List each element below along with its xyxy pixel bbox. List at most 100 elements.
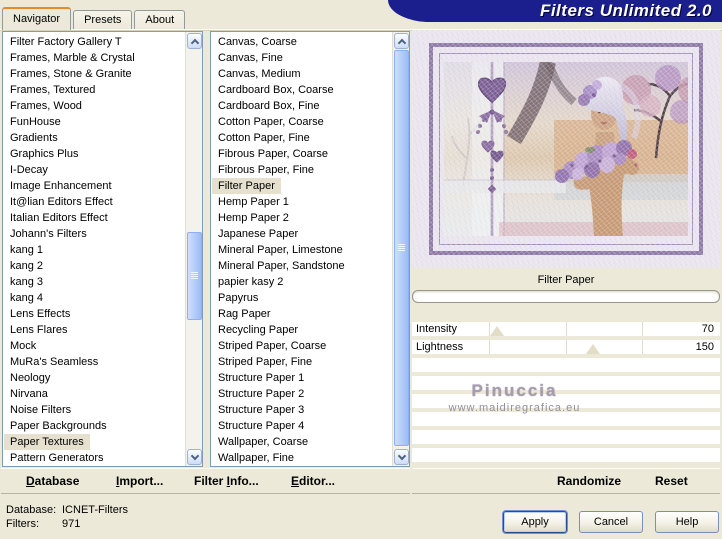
editor-button[interactable]: Editor... xyxy=(291,474,335,488)
tab-navigator[interactable]: Navigator xyxy=(2,7,72,30)
preview-panel: Filter Paper Intensity 70 Lightness 150 Pin… xyxy=(412,30,720,468)
filter-item[interactable]: Mineral Paper, Limestone xyxy=(212,242,391,258)
filter-item[interactable]: Mineral Paper, Sandstone xyxy=(212,258,391,274)
filter-item[interactable]: Japanese Paper xyxy=(212,226,391,242)
category-listbox[interactable]: Filter Factory Gallery T Frames, Marble &… xyxy=(2,31,203,467)
database-label: Database: xyxy=(6,504,57,516)
filter-item[interactable]: Wallpaper, Coarse xyxy=(212,434,391,450)
filter-item[interactable]: Recycling Paper xyxy=(212,322,391,338)
filter-item[interactable]: Papyrus xyxy=(212,290,391,306)
category-item[interactable]: Lens Flares xyxy=(4,322,184,338)
dialog-footer: Database: ICNET-Filters Filters: 971 Apply… xyxy=(0,496,722,539)
category-item[interactable]: Frames, Marble & Crystal xyxy=(4,50,184,66)
reset-button[interactable]: Reset xyxy=(655,474,688,488)
database-toolbar: Database Import... Filter Info... Editor... xyxy=(1,468,410,494)
filter-item[interactable]: Wallpaper, Fine xyxy=(212,450,391,464)
filter-item[interactable]: Hemp Paper 2 xyxy=(212,210,391,226)
category-item[interactable]: Paper Backgrounds xyxy=(4,418,184,434)
empty-slider-row xyxy=(412,430,720,444)
preview-frame-inner xyxy=(439,53,693,245)
chevron-up-icon xyxy=(190,38,200,48)
filters-label: Filters: xyxy=(6,518,39,530)
filter-item[interactable]: Canvas, Fine xyxy=(212,50,391,66)
category-item[interactable]: MuRa's Seamless xyxy=(4,354,184,370)
filter-item[interactable]: Canvas, Coarse xyxy=(212,34,391,50)
category-item[interactable]: Frames, Stone & Granite xyxy=(4,66,184,82)
category-item[interactable]: kang 3 xyxy=(4,274,184,290)
filter-item[interactable]: Cardboard Box, Coarse xyxy=(212,82,391,98)
scroll-up-button[interactable] xyxy=(394,33,409,49)
category-item[interactable]: kang 4 xyxy=(4,290,184,306)
header: Filters Unlimited 2.0 Navigator Presets Ab… xyxy=(0,0,722,31)
category-item[interactable]: Noise Filters xyxy=(4,402,184,418)
filter-item[interactable]: Structure Paper 3 xyxy=(212,402,391,418)
filter-item[interactable]: Structure Paper 4 xyxy=(212,418,391,434)
chevron-down-icon xyxy=(397,451,407,461)
filter-item[interactable]: Striped Paper, Fine xyxy=(212,354,391,370)
filters-value: 971 xyxy=(62,518,81,530)
filter-item[interactable]: Fibrous Paper, Coarse xyxy=(212,146,391,162)
category-item[interactable]: I-Decay xyxy=(4,162,184,178)
scroll-down-button[interactable] xyxy=(394,449,409,465)
slider-label: Intensity xyxy=(416,323,457,335)
filter-item[interactable]: Filter Paper xyxy=(212,178,281,194)
category-item[interactable]: Mock xyxy=(4,338,184,354)
preview-toolbar: Randomize Reset xyxy=(412,468,720,494)
filter-item[interactable]: Striped Paper, Coarse xyxy=(212,338,391,354)
apply-button[interactable]: Apply xyxy=(503,511,567,533)
empty-slider-row xyxy=(412,412,720,426)
help-button[interactable]: Help xyxy=(655,511,719,533)
progress-bar xyxy=(412,290,720,303)
category-item[interactable]: Gradients xyxy=(4,130,184,146)
filter-listbox[interactable]: Canvas, Coarse Canvas, Fine Canvas, Medium… xyxy=(210,31,410,467)
lightness-slider[interactable]: Lightness 150 xyxy=(412,340,720,354)
filter-item[interactable]: Hemp Paper 1 xyxy=(212,194,391,210)
filter-info-button[interactable]: Filter Info... xyxy=(194,474,259,488)
filter-item[interactable]: Canvas, Medium xyxy=(212,66,391,82)
database-button[interactable]: Database xyxy=(26,474,79,488)
filter-item[interactable]: Fibrous Paper, Fine xyxy=(212,162,391,178)
watermark-url: www.maidiregrafica.eu xyxy=(448,402,581,414)
category-item[interactable]: Neology xyxy=(4,370,184,386)
category-item[interactable]: Nirvana xyxy=(4,386,184,402)
filter-item[interactable]: Structure Paper 1 xyxy=(212,370,391,386)
category-item[interactable]: Pattern Generators xyxy=(4,450,184,464)
category-item[interactable]: Lens Effects xyxy=(4,306,184,322)
category-item[interactable]: kang 1 xyxy=(4,242,184,258)
filter-item[interactable]: Structure Paper 2 xyxy=(212,386,391,402)
slider-thumb[interactable] xyxy=(489,326,504,336)
scroll-up-button[interactable] xyxy=(187,33,202,49)
filter-item[interactable]: papier kasy 2 xyxy=(212,274,391,290)
filter-scrollbar[interactable] xyxy=(392,32,409,466)
cancel-button[interactable]: Cancel xyxy=(579,511,643,533)
scroll-down-button[interactable] xyxy=(187,449,202,465)
category-item[interactable]: Johann's Filters xyxy=(4,226,184,242)
category-item[interactable]: Italian Editors Effect xyxy=(4,210,184,226)
category-item[interactable]: Graphics Plus xyxy=(4,146,184,162)
scrollbar-thumb[interactable] xyxy=(394,50,409,446)
scrollbar-thumb[interactable] xyxy=(187,232,202,320)
category-item[interactable]: Image Enhancement xyxy=(4,178,184,194)
category-item[interactable]: It@lian Editors Effect xyxy=(4,194,184,210)
category-item[interactable]: Frames, Wood xyxy=(4,98,184,114)
category-scrollbar[interactable] xyxy=(185,32,202,466)
category-item[interactable]: Frames, Textured xyxy=(4,82,184,98)
category-item[interactable]: Paper Textures xyxy=(4,434,90,450)
filter-item[interactable]: Rag Paper xyxy=(212,306,391,322)
selected-filter-name: Filter Paper xyxy=(537,274,595,286)
category-item[interactable]: Filter Factory Gallery T xyxy=(4,34,184,50)
title-banner: Filters Unlimited 2.0 xyxy=(388,0,722,22)
preview-image[interactable] xyxy=(412,30,720,268)
category-item[interactable]: kang 2 xyxy=(4,258,184,274)
filter-item[interactable]: Cotton Paper, Fine xyxy=(212,130,391,146)
intensity-slider[interactable]: Intensity 70 xyxy=(412,322,720,336)
tab-about[interactable]: About xyxy=(134,10,186,30)
filter-item[interactable]: Cardboard Box, Fine xyxy=(212,98,391,114)
randomize-button[interactable]: Randomize xyxy=(557,474,621,488)
empty-slider-row xyxy=(412,448,720,462)
import-button[interactable]: Import... xyxy=(116,474,163,488)
filter-item[interactable]: Cotton Paper, Coarse xyxy=(212,114,391,130)
slider-thumb[interactable] xyxy=(586,344,601,354)
category-item[interactable]: FunHouse xyxy=(4,114,184,130)
tab-presets[interactable]: Presets xyxy=(73,10,133,30)
